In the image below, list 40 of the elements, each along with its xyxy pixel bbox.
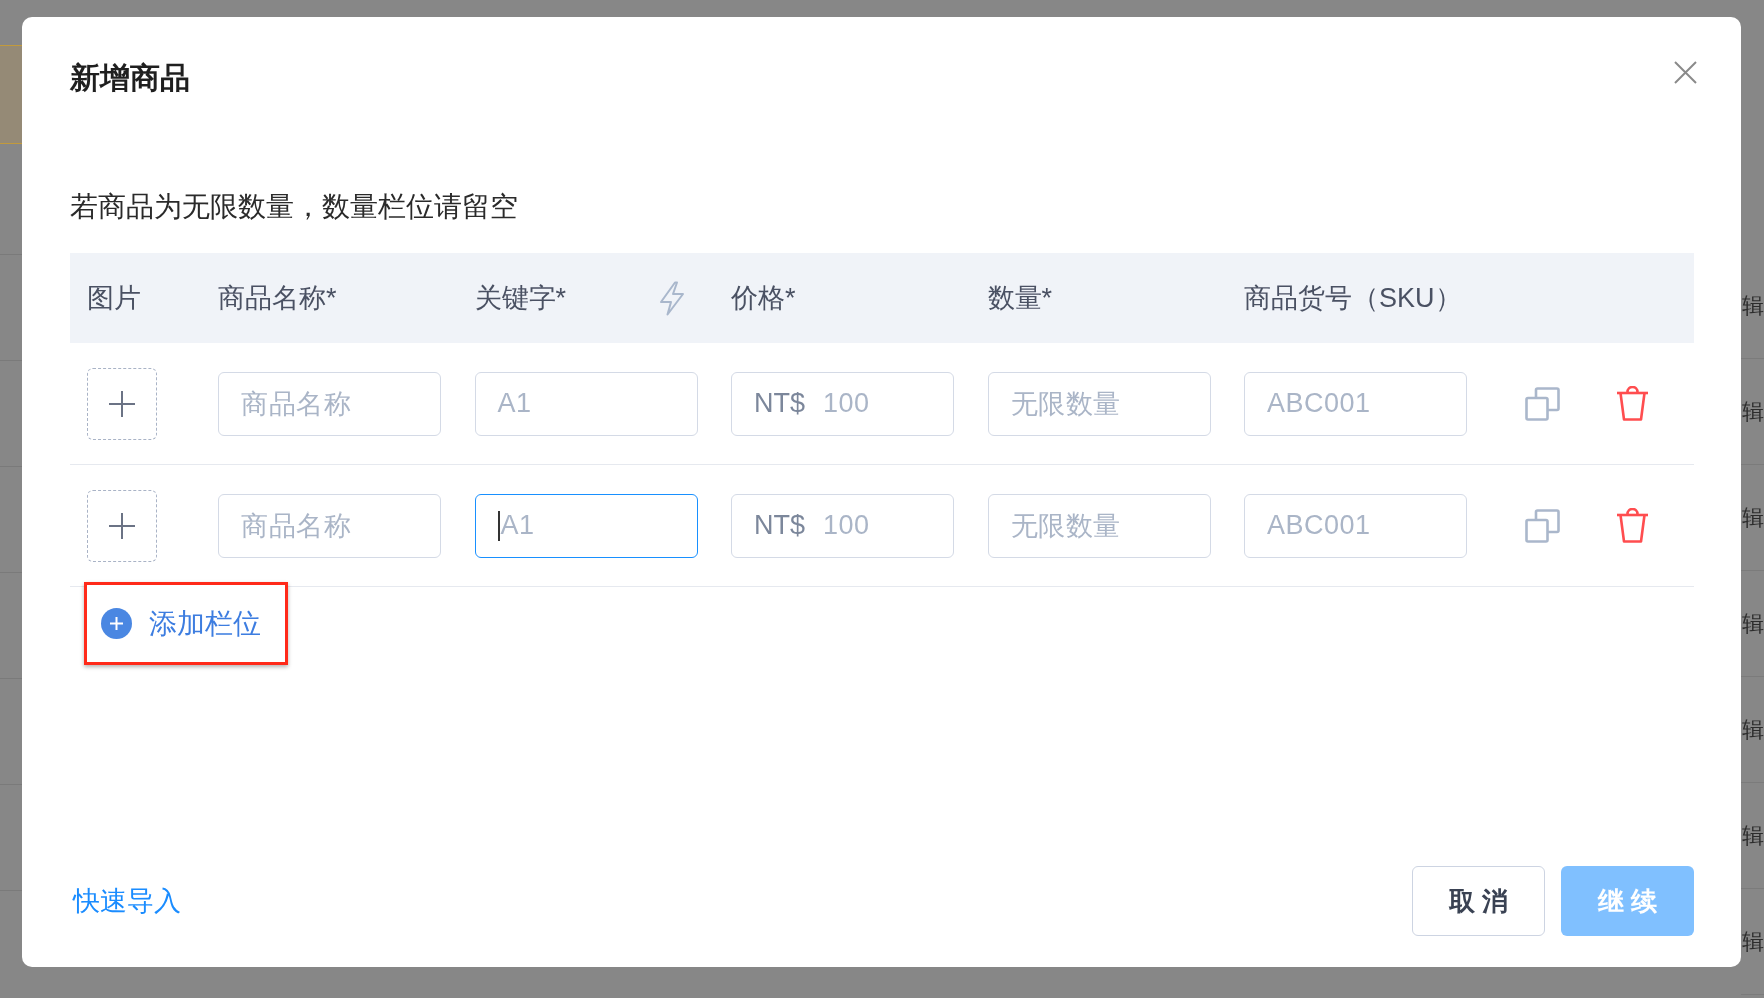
lightning-icon[interactable] [658,280,685,316]
plus-icon [109,390,135,417]
sku-input[interactable]: ABC001 [1244,371,1467,436]
row-action-text: 辑 [1742,824,1764,847]
column-header: 关键字* [474,282,566,315]
row-action-text: 辑 [1742,400,1764,423]
product-name-input[interactable]: 商品名称 [218,371,441,436]
dialog-title: 新增商品 [70,60,190,96]
hint-text: 若商品为无限数量，数量栏位请留空 [70,190,518,224]
row-action-text: 辑 [1742,718,1764,741]
trash-icon[interactable] [1616,508,1649,543]
trash-icon[interactable] [1616,386,1649,421]
copy-icon[interactable] [1525,508,1560,543]
product-name-input[interactable]: 商品名称 [218,493,441,558]
sku-input[interactable]: ABC001 [1244,493,1467,558]
price-input[interactable]: NT$ 100 [731,371,954,436]
keyword-input[interactable]: A1 [474,493,698,558]
plus-icon [109,512,135,539]
text-cursor-icon [497,510,500,541]
price-input[interactable]: NT$ 100 [731,493,954,558]
keyword-input[interactable]: A1 [474,371,698,436]
column-header: 商品名称* [218,282,337,315]
column-header: 数量* [987,282,1052,315]
row-action-text: 辑 [1742,612,1764,635]
copy-icon[interactable] [1525,386,1560,421]
cancel-button[interactable]: 取 消 [1412,866,1545,936]
plus-circle-icon [101,608,132,639]
column-header: 商品货号（SKU） [1244,282,1462,315]
column-header: 图片 [87,282,141,315]
row-action-text: 辑 [1742,506,1764,529]
quantity-input[interactable]: 无限数量 [987,371,1211,436]
image-upload-button[interactable] [87,489,157,562]
close-icon[interactable] [1674,61,1697,84]
row-action-text: 辑 [1742,930,1764,953]
quantity-input[interactable]: 无限数量 [987,493,1211,558]
row-action-text: 辑 [1742,294,1764,317]
quick-import-link[interactable]: 快速导入 [73,883,181,919]
column-header: 价格* [731,282,796,315]
add-field-button[interactable]: 添加栏位 [84,582,288,665]
image-upload-button[interactable] [87,367,157,440]
